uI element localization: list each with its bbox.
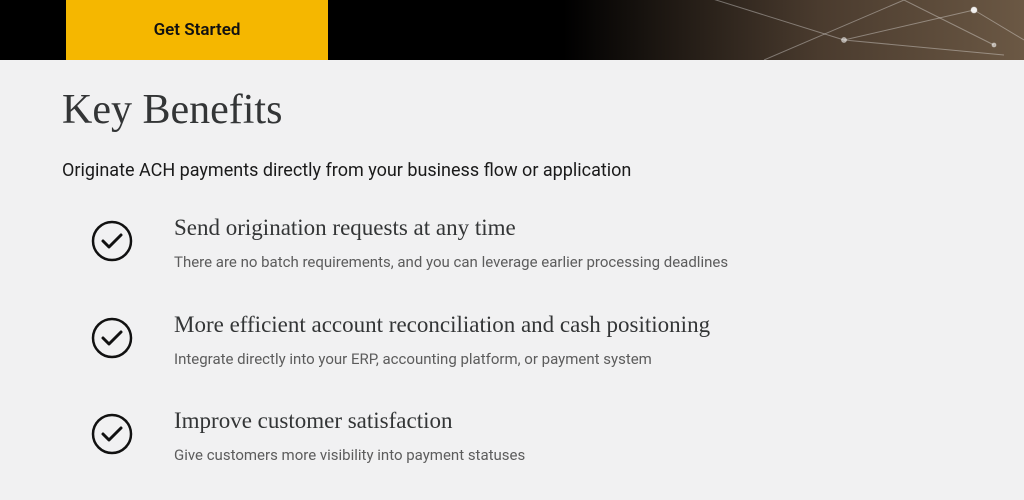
check-icon [90, 219, 134, 263]
get-started-button[interactable]: Get Started [66, 0, 328, 60]
page-title: Key Benefits [62, 86, 962, 134]
page-subtitle: Originate ACH payments directly from you… [62, 160, 962, 181]
benefit-desc: Give customers more visibility into paym… [174, 444, 754, 467]
network-decoration [644, 0, 1024, 60]
check-icon [90, 316, 134, 360]
hero-banner: Get Started [0, 0, 1024, 60]
benefit-item: Improve customer satisfaction Give custo… [62, 408, 962, 467]
benefit-title: More efficient account reconciliation an… [174, 312, 754, 338]
benefit-title: Improve customer satisfaction [174, 408, 754, 434]
benefit-item: Send origination requests at any time Th… [62, 215, 962, 274]
content-section: Key Benefits Originate ACH payments dire… [0, 60, 1024, 467]
benefit-desc: There are no batch requirements, and you… [174, 251, 754, 274]
check-icon [90, 412, 134, 456]
benefit-desc: Integrate directly into your ERP, accoun… [174, 348, 754, 371]
benefit-item: More efficient account reconciliation an… [62, 312, 962, 371]
benefit-title: Send origination requests at any time [174, 215, 754, 241]
